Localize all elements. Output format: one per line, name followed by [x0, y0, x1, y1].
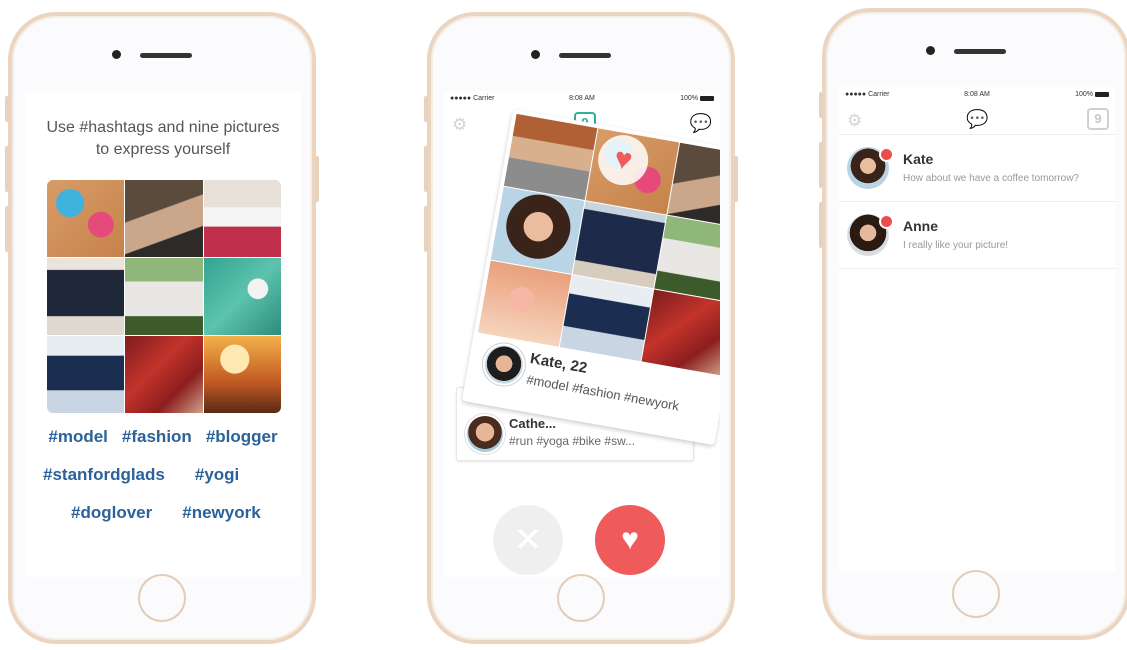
avatar — [465, 414, 505, 454]
swipe-screen: ●●●●● Carrier 8:08 AM 100% ⚙ 9 💬 Cathe..… — [444, 91, 720, 577]
front-camera — [926, 46, 935, 55]
phone-frame-intro: Use #hashtags and nine pictures to expre… — [5, 12, 319, 644]
photo-tile — [503, 113, 598, 201]
photo-tile — [203, 258, 281, 335]
app-header: ⚙ 💬 9 — [839, 105, 1115, 133]
battery-percent: 100% — [1075, 91, 1093, 98]
photo-tile — [641, 289, 720, 376]
chat-preview: I really like your picture! — [903, 240, 1009, 251]
photo-tile — [47, 180, 125, 257]
status-time: 8:08 AM — [964, 91, 990, 98]
avatar — [479, 340, 529, 389]
photo-tile — [572, 201, 667, 288]
battery-icon — [1095, 91, 1109, 97]
phone-frame-swipe: ●●●●● Carrier 8:08 AM 100% ⚙ 9 💬 Cathe..… — [424, 12, 738, 644]
intro-screen: Use #hashtags and nine pictures to expre… — [25, 91, 301, 577]
chat-list-item[interactable]: Kate How about we have a coffee tomorrow… — [839, 135, 1115, 202]
profile-card-front[interactable]: ♥ Kate, 22 #model #fashion #newyork — [461, 109, 720, 446]
profile-hashtags: #model #fashion #newyork — [525, 371, 681, 414]
chat-bubble-icon[interactable]: 💬 — [966, 109, 988, 130]
photo-tile — [47, 336, 125, 413]
intro-line-2: to express yourself — [95, 141, 231, 158]
photo-tile — [654, 215, 720, 303]
battery-indicator: 100% — [1075, 91, 1109, 98]
status-bar: ●●●●● Carrier 8:08 AM 100% — [839, 91, 1115, 103]
status-time: 8:08 AM — [569, 95, 595, 102]
chat-list-item[interactable]: Anne I really like your picture! — [839, 202, 1115, 269]
gear-icon[interactable]: ⚙ — [452, 115, 467, 135]
hashtag[interactable]: #fashion — [122, 427, 192, 447]
photo-tile — [203, 180, 281, 257]
like-button[interactable]: ♥ — [595, 505, 665, 575]
home-button[interactable] — [557, 574, 605, 622]
hashtag-row: #model #fashion #blogger — [25, 427, 301, 447]
hashtag[interactable]: #yogi — [195, 465, 239, 485]
close-icon: ✕ — [513, 521, 543, 559]
photo-tile — [559, 274, 654, 362]
intro-line-1: Use #hashtags and nine pictures — [46, 119, 280, 136]
hashtag-row: #doglover #newyork — [25, 503, 301, 523]
unread-indicator — [879, 147, 894, 162]
earpiece-speaker — [140, 53, 192, 58]
hashtag-list: #model #fashion #blogger #stanfordglads … — [25, 427, 301, 541]
photo-grid — [47, 180, 281, 413]
photo-tile — [125, 180, 203, 257]
hashtag[interactable]: #model — [48, 427, 108, 447]
photo-tile — [125, 336, 203, 413]
chat-preview: How about we have a coffee tomorrow? — [903, 173, 1080, 184]
home-button[interactable] — [138, 574, 186, 622]
photo-tile — [478, 260, 572, 347]
photo-tile — [203, 336, 281, 413]
nine-logo-badge[interactable]: 9 — [1087, 108, 1109, 130]
chat-name: Anne — [903, 218, 938, 234]
profile-name: Cathe... — [509, 416, 556, 431]
chat-name: Kate — [903, 151, 934, 167]
unread-indicator — [879, 214, 894, 229]
battery-percent: 100% — [680, 95, 698, 102]
battery-icon — [700, 95, 714, 101]
heart-icon: ♥ — [621, 523, 639, 556]
battery-indicator: 100% — [680, 95, 714, 102]
hashtag[interactable]: #stanfordglads — [43, 465, 165, 485]
earpiece-speaker — [954, 49, 1006, 54]
photo-tile — [490, 187, 585, 274]
photo-tile — [47, 258, 125, 335]
chat-list: Kate How about we have a coffee tomorrow… — [839, 135, 1115, 269]
status-bar: ●●●●● Carrier 8:08 AM 100% — [444, 95, 720, 107]
gear-icon[interactable]: ⚙ — [847, 111, 862, 131]
front-camera — [112, 50, 121, 59]
intro-text: Use #hashtags and nine pictures to expre… — [25, 117, 301, 161]
hashtag[interactable]: #blogger — [206, 427, 278, 447]
photo-tile — [125, 258, 203, 335]
front-camera — [531, 50, 540, 59]
hashtag-row: #stanfordglads #yogi — [25, 465, 301, 485]
dislike-button[interactable]: ✕ — [493, 505, 563, 575]
phone-frame-chats: ●●●●● Carrier 8:08 AM 100% ⚙ 💬 9 Kate Ho… — [819, 8, 1127, 640]
chat-bubble-icon[interactable]: 💬 — [690, 113, 712, 134]
home-button[interactable] — [952, 570, 1000, 618]
profile-hashtags: #run #yoga #bike #sw... — [509, 434, 636, 448]
chats-screen: ●●●●● Carrier 8:08 AM 100% ⚙ 💬 9 Kate Ho… — [839, 87, 1115, 573]
earpiece-speaker — [559, 53, 611, 58]
hashtag[interactable]: #doglover — [71, 503, 152, 523]
hashtag[interactable]: #newyork — [182, 503, 260, 523]
